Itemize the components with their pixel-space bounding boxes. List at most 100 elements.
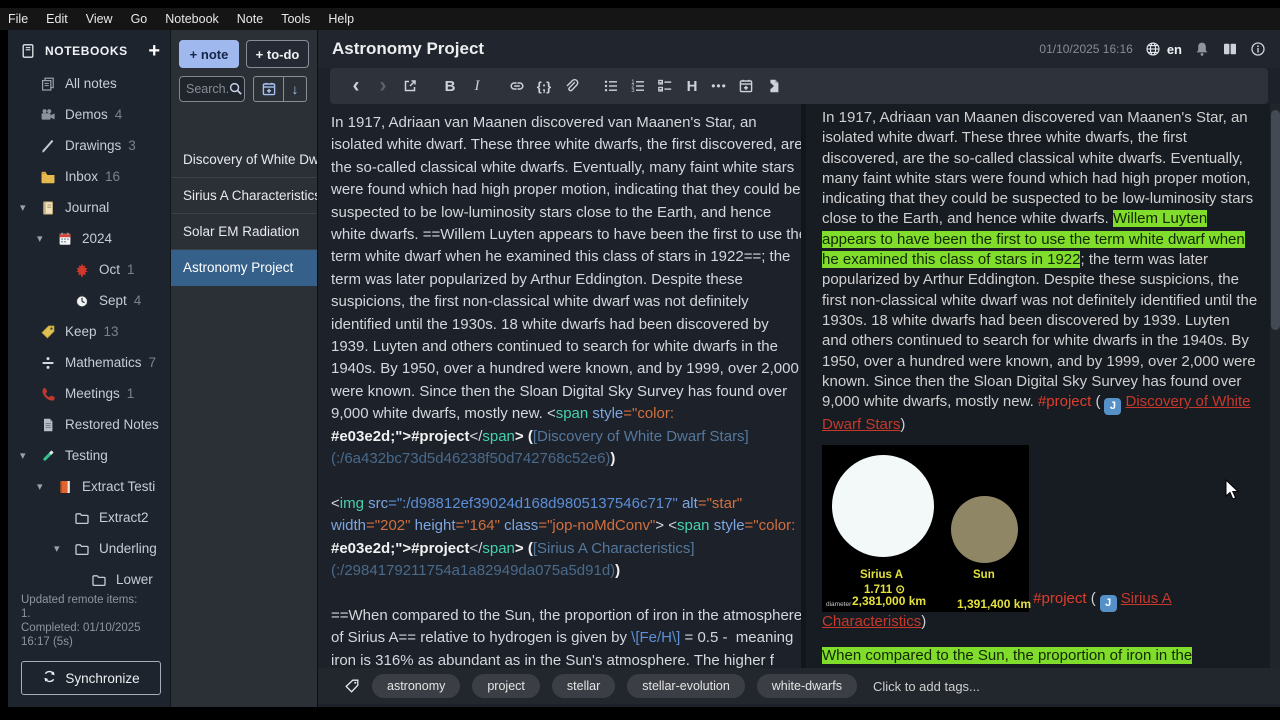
preview-image-row: Sirius A 1.711 ⊙ diameter 2,381,000 km S… <box>822 435 1258 632</box>
sort-notes-button[interactable] <box>253 76 284 102</box>
new-notebook-button[interactable]: + <box>148 41 160 61</box>
sidebar-item-mathematics[interactable]: Mathematics 7 <box>8 347 170 378</box>
globe-icon[interactable] <box>1145 41 1161 57</box>
tag-pill-project[interactable]: project <box>472 674 540 698</box>
chevron-down-icon[interactable]: ▾ <box>54 542 60 555</box>
note-count-badge: 4 <box>133 293 142 308</box>
menu-bar: File Edit View Go Notebook Note Tools Help <box>0 8 1280 30</box>
back-button[interactable]: ‹ <box>348 74 364 98</box>
add-tags-hint[interactable]: Click to add tags... <box>873 679 980 694</box>
note-list-item-sirius-a-characteristics[interactable]: Sirius A Characteristics <box>171 178 318 214</box>
editor-line: ==When compared to the Sun, the proporti… <box>331 606 801 624</box>
italic-button[interactable]: I <box>469 74 485 98</box>
sidebar-item-inbox[interactable]: Inbox 16 <box>8 161 170 192</box>
preview-scrollbar-thumb[interactable] <box>1271 110 1280 330</box>
note-list-item-discovery-of-white-dwa[interactable]: Discovery of White Dwa <box>171 142 318 178</box>
project-tag: #project <box>1033 590 1087 608</box>
menu-item-notebook[interactable]: Notebook <box>165 12 219 26</box>
hyperlink-button[interactable] <box>509 74 525 98</box>
sidebar-item-all-notes[interactable]: All notes <box>8 68 170 99</box>
inline-code-button[interactable]: {;} <box>536 74 552 98</box>
chevron-down-icon[interactable]: ▾ <box>37 232 43 245</box>
sidebar-item-drawings[interactable]: Drawings 3 <box>8 130 170 161</box>
sidebar-item-testing[interactable]: ▾ Testing <box>8 440 170 471</box>
chevron-down-icon[interactable]: ▾ <box>20 449 26 462</box>
note-count-badge: 7 <box>148 355 157 370</box>
pencil-icon <box>40 138 56 154</box>
note-list-item-astronomy-project[interactable]: Astronomy Project <box>171 250 318 286</box>
open-external-button[interactable] <box>402 74 418 98</box>
menu-item-note[interactable]: Note <box>237 12 263 26</box>
sidebar-item-demos[interactable]: Demos 4 <box>8 99 170 130</box>
note-count-badge: 13 <box>103 324 119 339</box>
editor-line: 1939. Luyten and others continued to sea… <box>331 338 778 356</box>
synchronize-button[interactable]: Synchronize <box>21 661 161 695</box>
sidebar-item-restored-notes[interactable]: Restored Notes <box>8 409 170 440</box>
preview-scrollbar[interactable] <box>1270 104 1280 671</box>
sidebar-item-extract-testi[interactable]: ▾ Extract Testi <box>8 471 170 502</box>
note-datetime: 01/10/2025 16:16 <box>1039 42 1133 56</box>
sidebar-item-label: Extract Testi <box>82 479 156 494</box>
toggle-layout-icon[interactable] <box>1222 41 1238 57</box>
sidebar-item-meetings[interactable]: Meetings 1 <box>8 378 170 409</box>
alarm-icon[interactable] <box>1194 41 1210 57</box>
sidebar-item-label: Testing <box>65 448 108 463</box>
sidebar-item-sept[interactable]: Sept 4 <box>8 285 170 316</box>
menu-item-edit[interactable]: Edit <box>46 12 68 26</box>
bulleted-list-button[interactable] <box>603 74 619 98</box>
editor-line: the so-called classical white dwarfs. Ev… <box>331 158 795 176</box>
new-note-button[interactable]: + note <box>179 40 239 68</box>
notebooks-header-label: NOTEBOOKS <box>45 44 128 58</box>
toggle-editors-button[interactable] <box>765 74 781 98</box>
notebooks-header: NOTEBOOKS + <box>8 34 170 68</box>
note-title-input[interactable] <box>332 39 1040 59</box>
tag-pill-white-dwarfs[interactable]: white-dwarfs <box>756 674 857 698</box>
sidebar-item-2024[interactable]: ▾ 2024 <box>8 223 170 254</box>
sidebar-item-underling[interactable]: ▾ Underling <box>8 533 170 564</box>
clock-icon <box>74 293 90 309</box>
note-properties-icon[interactable] <box>1250 41 1266 57</box>
menu-item-file[interactable]: File <box>8 12 28 26</box>
chevron-down-icon[interactable]: ▾ <box>37 480 43 493</box>
sirius-diameter-value: 2,381,000 km <box>852 594 927 609</box>
sidebar-item-label: Meetings <box>65 386 120 401</box>
menu-item-go[interactable]: Go <box>131 12 148 26</box>
sidebar-item-oct[interactable]: Oct 1 <box>8 254 170 285</box>
sidebar-item-label: Underling <box>99 541 157 556</box>
spellcheck-language[interactable]: en <box>1167 42 1182 57</box>
checkbox-list-button[interactable] <box>657 74 673 98</box>
menu-item-view[interactable]: View <box>86 12 113 26</box>
editor-line: <img src=":/d98812ef39024d168d9805137546… <box>331 494 743 512</box>
tag-pill-stellar[interactable]: stellar <box>551 674 616 698</box>
sidebar-item-keep[interactable]: Keep 13 <box>8 316 170 347</box>
attach-file-button[interactable] <box>563 74 579 98</box>
sidebar-item-extract2[interactable]: Extract2 <box>8 502 170 533</box>
numbered-list-button[interactable]: 123 <box>630 74 646 98</box>
sidebar-item-label: All notes <box>65 76 117 91</box>
markdown-editor[interactable]: In 1917, Adriaan van Maanen discovered v… <box>318 104 801 671</box>
new-todo-button[interactable]: + to-do <box>246 40 309 68</box>
insert-datetime-button[interactable] <box>738 74 754 98</box>
chevron-down-icon[interactable]: ▾ <box>20 201 26 214</box>
editor-line: In 1917, Adriaan van Maanen discovered v… <box>331 114 757 131</box>
tag-pill-stellar-evolution[interactable]: stellar-evolution <box>627 674 745 698</box>
star-comparison-image: Sirius A 1.711 ⊙ diameter 2,381,000 km S… <box>822 445 1031 613</box>
more-options-button[interactable]: ••• <box>711 74 727 98</box>
sort-order-reverse-button[interactable]: ↓ <box>284 76 307 102</box>
tag-icon <box>344 678 360 694</box>
menu-item-help[interactable]: Help <box>328 12 354 26</box>
sidebar-item-label: Extract2 <box>99 510 149 525</box>
tag-pill-astronomy[interactable]: astronomy <box>372 674 461 698</box>
note-list-item-solar-em-radiation[interactable]: Solar EM Radiation <box>171 214 318 250</box>
notebooks-sidebar: NOTEBOOKS + All notes Demos 4 Drawings 3 Inbo… <box>8 30 170 707</box>
sidebar-item-label: 2024 <box>82 231 113 246</box>
bold-button[interactable]: B <box>442 74 458 98</box>
menu-item-tools[interactable]: Tools <box>281 12 310 26</box>
all-notes-icon <box>40 76 56 92</box>
sidebar-item-journal[interactable]: ▾ Journal <box>8 192 170 223</box>
movie-camera-icon <box>40 107 56 123</box>
forward-button[interactable]: › <box>375 74 391 98</box>
sidebar-item-lower[interactable]: Lower <box>8 564 170 595</box>
heading-button[interactable]: H <box>684 74 700 98</box>
